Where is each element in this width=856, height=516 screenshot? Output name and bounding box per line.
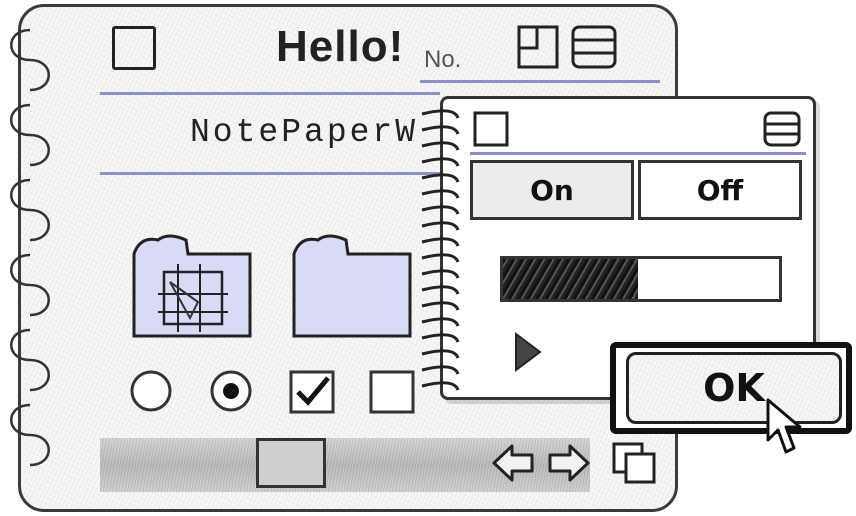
radio-button-off[interactable] (128, 368, 174, 414)
right-arrow-icon[interactable] (546, 440, 592, 486)
folder-icon[interactable] (290, 232, 414, 340)
ring-binder-icon (10, 28, 50, 467)
header-rule (100, 92, 440, 95)
folder-with-grid-icon[interactable] (130, 232, 254, 340)
window-subtitle: NotePaperW (190, 114, 419, 151)
toolbar-box[interactable] (256, 438, 326, 488)
cursor-pointer-icon (766, 398, 802, 454)
radio-button-on[interactable] (208, 368, 254, 414)
close-box-icon[interactable] (472, 110, 510, 148)
play-icon[interactable] (512, 330, 544, 374)
collapse-icon[interactable] (570, 24, 618, 70)
copy-folder-icon[interactable] (610, 440, 660, 486)
front-title-rule (470, 152, 806, 155)
close-box-icon[interactable] (112, 26, 156, 70)
progress-fill (503, 259, 639, 299)
checkbox-checked[interactable] (288, 368, 338, 416)
window-title: Hello! (276, 22, 405, 71)
number-label: No. (424, 46, 462, 73)
title-rule (420, 80, 660, 83)
segment-on[interactable]: On (470, 160, 634, 220)
zoom-icon[interactable] (516, 24, 560, 70)
checkbox-empty[interactable] (368, 368, 418, 416)
segment-off[interactable]: Off (638, 160, 802, 220)
spiral-binding-icon (421, 109, 460, 391)
collapse-icon[interactable] (762, 110, 802, 148)
progress-bar (500, 256, 782, 302)
subtitle-rule (100, 172, 440, 175)
ok-button[interactable]: OK (626, 352, 842, 424)
left-arrow-icon[interactable] (490, 440, 536, 486)
